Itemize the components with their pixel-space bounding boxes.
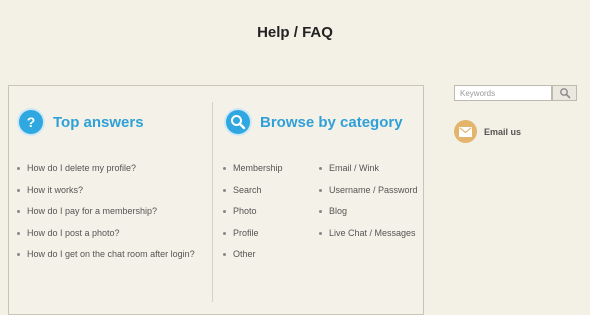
category-search[interactable]: Search <box>223 180 283 202</box>
search-input[interactable] <box>454 85 552 101</box>
top-answers-title: Top answers <box>53 113 144 131</box>
category-other[interactable]: Other <box>223 244 283 266</box>
category-photo[interactable]: Photo <box>223 201 283 223</box>
faq-link-post-photo[interactable]: How do I post a photo? <box>17 223 195 245</box>
top-answers-header: ? Top answers <box>19 110 144 134</box>
page-title: Help / FAQ <box>257 24 333 41</box>
category-list-1: Membership Search Photo Profile Other <box>223 158 283 266</box>
category-username-password[interactable]: Username / Password <box>319 180 418 202</box>
svg-text:?: ? <box>27 114 36 130</box>
category-blog[interactable]: Blog <box>319 201 418 223</box>
envelope-icon <box>454 120 477 143</box>
browse-title: Browse by category <box>260 113 403 131</box>
search-icon <box>226 110 250 134</box>
category-profile[interactable]: Profile <box>223 223 283 245</box>
faq-link-chat-room[interactable]: How do I get on the chat room after logi… <box>17 244 195 266</box>
question-icon: ? <box>19 110 43 134</box>
category-live-chat[interactable]: Live Chat / Messages <box>319 223 418 245</box>
email-us-label: Email us <box>484 126 522 137</box>
email-us-link[interactable]: Email us <box>454 120 521 143</box>
magnifier-icon <box>559 88 570 99</box>
browse-header: Browse by category <box>226 110 403 134</box>
faq-link-pay-membership[interactable]: How do I pay for a membership? <box>17 201 195 223</box>
search-button[interactable] <box>552 85 577 101</box>
faq-link-how-it-works[interactable]: How it works? <box>17 180 195 202</box>
panel-divider <box>212 102 213 302</box>
category-list-2: Email / Wink Username / Password Blog Li… <box>319 158 418 244</box>
top-answers-list: How do I delete my profile? How it works… <box>17 158 195 266</box>
category-membership[interactable]: Membership <box>223 158 283 180</box>
faq-link-delete-profile[interactable]: How do I delete my profile? <box>17 158 195 180</box>
category-email-wink[interactable]: Email / Wink <box>319 158 418 180</box>
